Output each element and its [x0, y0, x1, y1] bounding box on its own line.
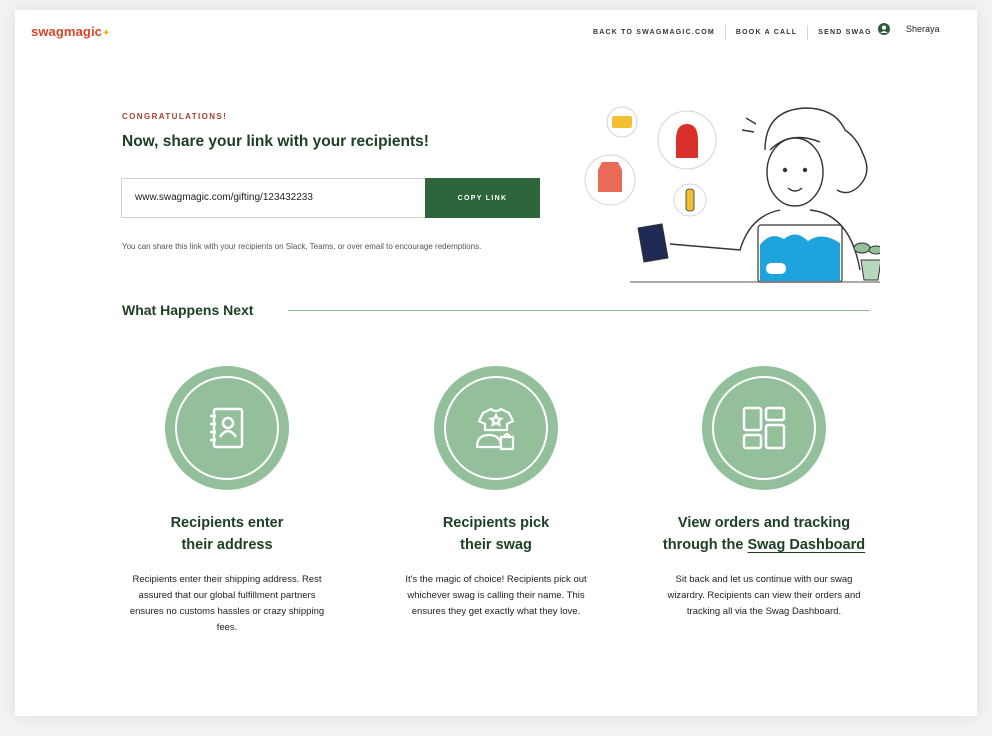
apron-icon	[598, 162, 622, 192]
step-description: Recipients enter their shipping address.…	[129, 574, 325, 633]
logo-text: swagmagic	[31, 24, 102, 39]
user-menu[interactable]: Sheraya	[878, 23, 940, 35]
page-title: Now, share your link with your recipient…	[122, 133, 429, 150]
card-icon	[612, 116, 632, 128]
step-title: Recipients pick their swag	[442, 515, 550, 553]
step-icon-circle	[165, 366, 289, 490]
step-card: View orders and tracking through the Swa…	[649, 366, 879, 620]
bottle-icon	[685, 188, 695, 212]
nav-book-a-call[interactable]: BOOK A CALL	[726, 26, 807, 39]
swagmagic-logo[interactable]: swagmagic✦	[31, 24, 110, 39]
swag-dashboard-link[interactable]: Swag Dashboard	[747, 537, 865, 553]
backpack-icon	[676, 124, 698, 158]
step-icon-circle	[434, 366, 558, 490]
nav-back-to-swagmagic[interactable]: BACK TO SWAGMAGIC.COM	[583, 26, 725, 39]
user-name: Sheraya	[906, 24, 940, 34]
page-frame: swagmagic✦ BACK TO SWAGMAGIC.COM BOOK A …	[15, 10, 977, 716]
copy-link-button[interactable]: COPY LINK	[425, 178, 540, 218]
step-description: Sit back and let us continue with our sw…	[667, 574, 861, 617]
top-nav: BACK TO SWAGMAGIC.COM BOOK A CALL SEND S…	[583, 25, 882, 40]
user-avatar-icon	[878, 23, 890, 35]
hero-illustration	[584, 106, 880, 283]
step-description: It's the magic of choice! Recipients pic…	[405, 574, 587, 617]
swag-bubbles	[584, 106, 717, 217]
step-card: Recipients pick their swag It's the magi…	[381, 366, 611, 620]
swag-items-icon	[475, 407, 515, 451]
congrats-eyebrow: CONGRATULATIONS!	[122, 112, 228, 121]
sparkle-icon: ✦	[102, 28, 111, 39]
share-link-field[interactable]: www.swagmagic.com/gifting/123432233	[121, 178, 426, 218]
nav-send-swag[interactable]: SEND SWAG	[808, 26, 882, 39]
address-book-icon	[210, 407, 244, 449]
dashboard-grid-icon	[742, 406, 786, 450]
step-title: View orders and tracking through the Swa…	[662, 515, 866, 553]
step-card: Recipients enter their address Recipient…	[112, 366, 342, 636]
step-icon-circle	[702, 366, 826, 490]
step-title: Recipients enter their address	[170, 515, 284, 553]
section-title: What Happens Next	[122, 302, 254, 318]
mug-icon	[637, 223, 669, 263]
share-hint-text: You can share this link with your recipi…	[122, 242, 482, 251]
section-divider	[288, 310, 870, 311]
